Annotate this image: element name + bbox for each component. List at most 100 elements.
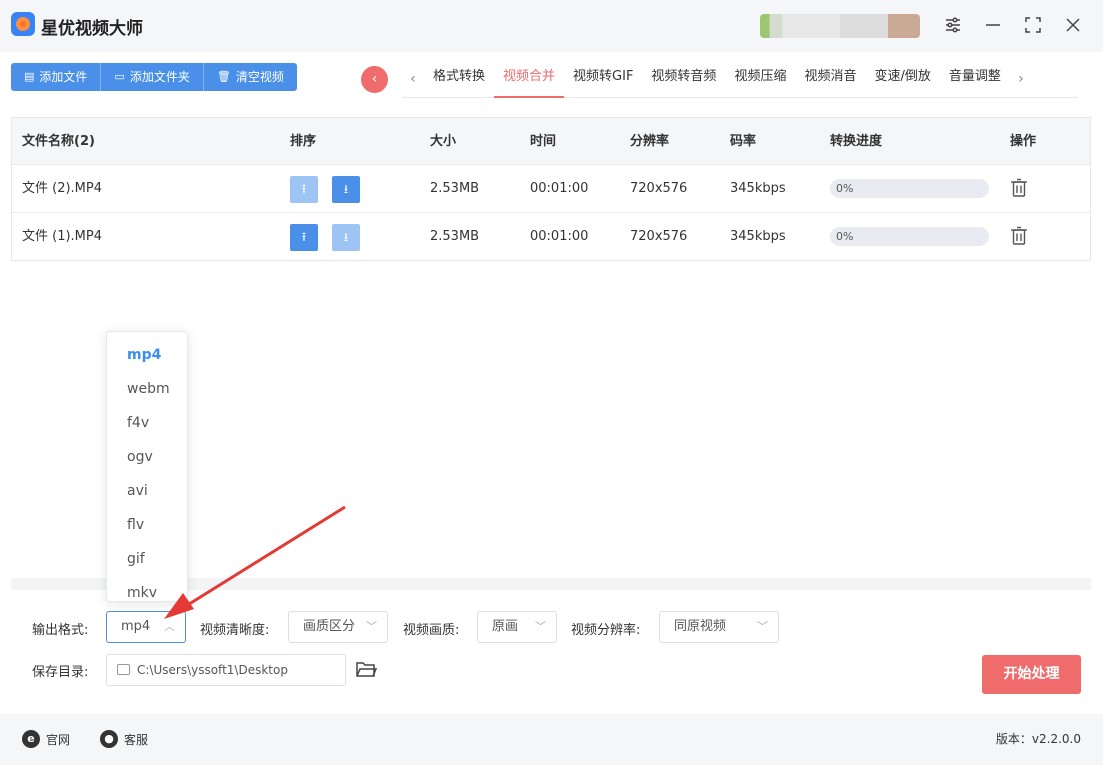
clarity-select[interactable]: 画质区分 ﹀ (288, 611, 388, 643)
header-bitrate: 码率 (730, 134, 757, 149)
format-option-webm[interactable]: webm (107, 372, 187, 406)
save-dir-value: C:\Users\yssoft1\Desktop (137, 663, 288, 677)
clarity-value: 画质区分 (303, 619, 356, 634)
file-duration: 00:01:00 (530, 181, 589, 196)
add-folder-button[interactable]: ▭ 添加文件夹 (101, 63, 204, 91)
quality-label: 视频画质: (403, 623, 460, 638)
header-size: 大小 (430, 134, 457, 149)
header-progress: 转换进度 (830, 134, 883, 149)
file-size: 2.53MB (430, 181, 480, 196)
output-format-select[interactable]: mp4 ︿ (106, 611, 186, 643)
open-folder-icon[interactable] (355, 659, 377, 679)
progress-label: 0% (836, 182, 854, 195)
trash-icon: 🗑 (216, 70, 231, 83)
chevron-down-icon: ﹀ (366, 620, 377, 633)
header-action: 操作 (1010, 134, 1037, 149)
tab-scroll-right-icon[interactable]: › (1010, 71, 1032, 87)
version-label: 版本：v2.2.0.0 (995, 732, 1081, 746)
progress-bar: 0% (830, 179, 989, 198)
save-dir-label: 保存目录: (32, 665, 89, 680)
file-size: 2.53MB (430, 229, 480, 244)
website-label: 官网 (46, 732, 71, 747)
table-row[interactable]: 文件 (2).MP4 ⭱ ⭳ 2.53MB 00:01:00 720x576 3… (12, 165, 1090, 213)
add-file-label: 添加文件 (39, 70, 88, 84)
output-format-label: 输出格式: (32, 623, 89, 638)
user-avatar[interactable] (760, 14, 920, 38)
resolution-label: 视频分辨率: (571, 623, 641, 638)
delete-trash-icon[interactable] (1010, 178, 1028, 198)
file-resolution: 720x576 (630, 181, 688, 196)
feature-tabs: ‹ 格式转换 视频合并 视频转GIF 视频转音频 视频压缩 视频消音 变速/倒放… (402, 60, 1078, 98)
table-row[interactable]: 文件 (1).MP4 ⭱ ⭳ 2.53MB 00:01:00 720x576 3… (12, 213, 1090, 261)
file-name: 文件 (1).MP4 (22, 229, 103, 244)
format-option-flv[interactable]: flv (107, 508, 187, 542)
progress-label: 0% (836, 230, 854, 243)
support-link[interactable]: ● 客服 (100, 730, 148, 748)
save-dir-input[interactable]: C:\Users\yssoft1\Desktop (106, 654, 346, 686)
chevron-down-icon: ﹀ (535, 620, 546, 633)
resolution-value: 同原视频 (674, 619, 727, 634)
quality-value: 原画 (492, 619, 519, 634)
chevron-up-icon: ︿ (164, 620, 175, 633)
tab-video-compress[interactable]: 视频压缩 (725, 60, 795, 98)
file-bitrate: 345kbps (730, 229, 786, 244)
header-name: 文件名称(2) (22, 134, 95, 149)
move-down-arrow-icon[interactable]: ⭳ (332, 224, 360, 251)
add-file-button[interactable]: ▤ 添加文件 (11, 63, 102, 91)
table-header: 文件名称(2) 排序 大小 时间 分辨率 码率 转换进度 操作 (12, 118, 1090, 165)
maximize-icon[interactable] (1020, 12, 1046, 38)
website-link[interactable]: e 官网 (22, 730, 70, 748)
tab-video-mute[interactable]: 视频消音 (795, 60, 865, 98)
close-icon[interactable] (1060, 12, 1086, 38)
file-name: 文件 (2).MP4 (22, 181, 103, 196)
format-option-f4v[interactable]: f4v (107, 406, 187, 440)
app-title: 星优视频大师 (41, 19, 143, 39)
header-duration: 时间 (530, 134, 557, 149)
minimize-icon[interactable] (980, 12, 1006, 38)
tab-volume-adjust[interactable]: 音量调整 (940, 60, 1010, 98)
format-option-gif[interactable]: gif (107, 542, 187, 576)
clear-videos-label: 清空视频 (235, 70, 284, 84)
header-sort: 排序 (290, 134, 317, 149)
file-resolution: 720x576 (630, 229, 688, 244)
folder-icon (117, 664, 130, 675)
format-option-ogv[interactable]: ogv (107, 440, 187, 474)
title-bar: 星优视频大师 (0, 0, 1103, 52)
support-label: 客服 (124, 732, 149, 747)
footer: e 官网 ● 客服 版本：v2.2.0.0 (0, 714, 1103, 765)
output-format-value: mp4 (121, 619, 151, 634)
resolution-select[interactable]: 同原视频 ﹀ (659, 611, 779, 643)
folder-icon: ▭ (114, 70, 125, 83)
quality-select[interactable]: 原画 ﹀ (477, 611, 557, 643)
move-up-arrow-icon[interactable]: ⭱ (290, 176, 318, 203)
file-duration: 00:01:00 (530, 229, 589, 244)
tab-video-merge[interactable]: 视频合并 (494, 60, 565, 98)
tab-format-convert[interactable]: 格式转换 (424, 60, 494, 98)
settings-icon[interactable] (940, 12, 966, 38)
clear-videos-button[interactable]: 🗑 清空视频 (203, 63, 297, 91)
clarity-label: 视频清晰度: (200, 623, 270, 638)
chevron-down-icon: ﹀ (757, 620, 768, 633)
file-bitrate: 345kbps (730, 181, 786, 196)
format-option-avi[interactable]: avi (107, 474, 187, 508)
toolbar: ▤ 添加文件 ▭ 添加文件夹 🗑 清空视频 (11, 63, 297, 91)
app-logo-icon (11, 12, 35, 36)
output-format-dropdown: mp4 webm f4v ogv avi flv gif mkv (106, 331, 188, 602)
format-option-mkv[interactable]: mkv (107, 576, 187, 601)
tab-video-to-audio[interactable]: 视频转音频 (642, 60, 725, 98)
move-up-arrow-icon[interactable]: ⭱ (290, 224, 318, 251)
collapse-chevron-left-icon[interactable]: ‹ (361, 66, 388, 93)
start-process-button[interactable]: 开始处理 (982, 655, 1081, 694)
tab-scroll-left-icon[interactable]: ‹ (402, 71, 424, 87)
tab-video-to-gif[interactable]: 视频转GIF (564, 60, 642, 98)
chat-icon: ● (100, 730, 118, 748)
header-resolution: 分辨率 (630, 134, 670, 149)
tab-speed-reverse[interactable]: 变速/倒放 (865, 60, 939, 98)
file-icon: ▤ (24, 70, 35, 83)
progress-bar: 0% (830, 227, 989, 246)
add-folder-label: 添加文件夹 (129, 70, 190, 84)
move-down-arrow-icon[interactable]: ⭳ (332, 176, 360, 203)
browser-icon: e (22, 730, 40, 748)
format-option-mp4[interactable]: mp4 (107, 338, 187, 372)
delete-trash-icon[interactable] (1010, 226, 1028, 246)
